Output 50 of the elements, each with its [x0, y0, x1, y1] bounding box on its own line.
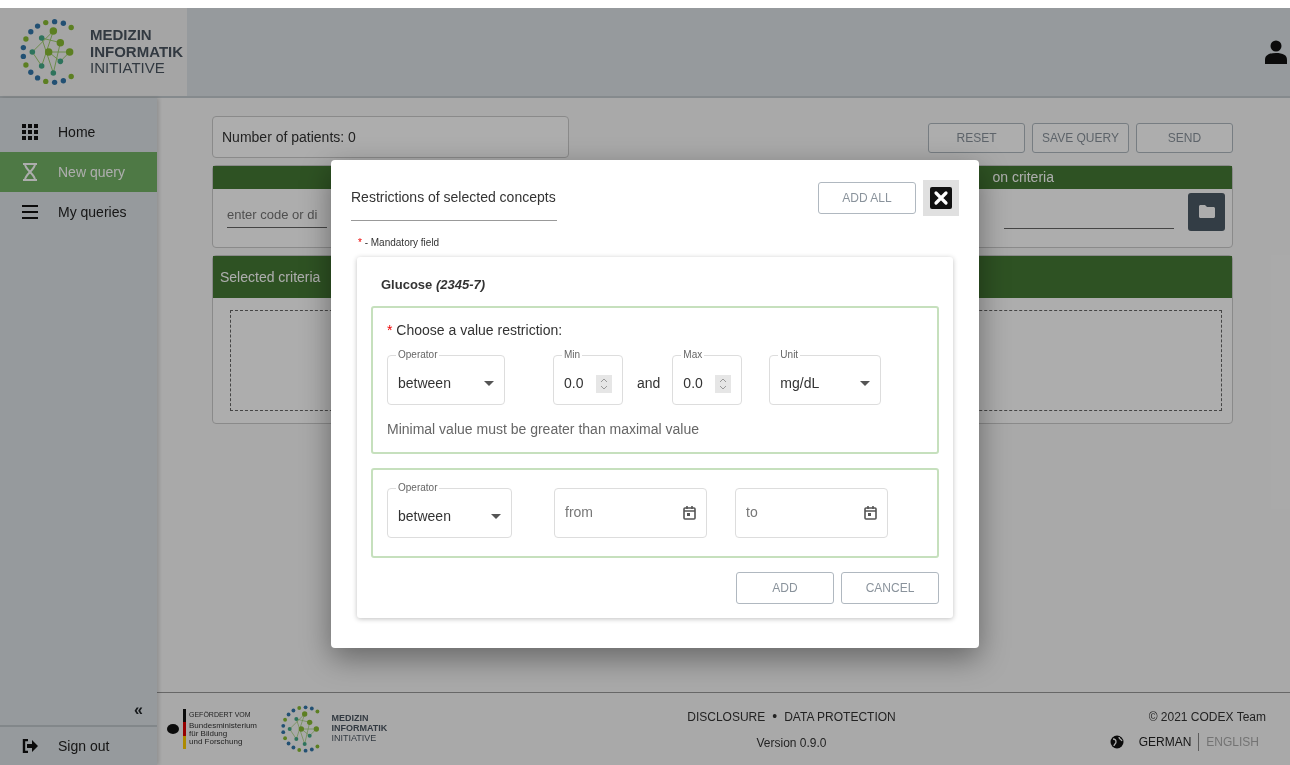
search-field[interactable]: enter code or di	[227, 203, 327, 228]
funder-text: für Bildung	[189, 729, 228, 738]
version-text: Version 0.9.0	[756, 735, 827, 752]
spinner-icon[interactable]	[596, 374, 612, 393]
sign-out-button[interactable]: Sign out	[0, 727, 157, 765]
validation-message: Minimal value must be greater than maximal value	[387, 419, 701, 439]
card-title: on criteria	[992, 168, 1054, 187]
dialog-button[interactable]: CANCEL	[841, 571, 939, 604]
funder-text: und Forschung	[189, 738, 244, 747]
footer-link[interactable]: DISCLOSURE	[687, 707, 766, 726]
concept-title: Glucose (2345-7)	[380, 276, 487, 294]
language-button[interactable]: GERMAN	[1131, 732, 1199, 751]
logo-text: INFORMATIK	[90, 43, 184, 61]
globe-icon	[1109, 734, 1124, 749]
calendar-icon[interactable]	[864, 505, 877, 520]
logo-text: INFORMATIK	[331, 724, 388, 734]
date-field[interactable]: to	[735, 487, 888, 538]
dropdown-caret-icon	[484, 381, 494, 386]
close-icon	[930, 187, 952, 209]
date-field[interactable]: from	[554, 487, 707, 538]
joiner-text: and	[637, 374, 661, 393]
logo-text: MEDIZIN	[90, 27, 153, 44]
mandatory-note: * - Mandatory field	[357, 236, 441, 250]
user-icon[interactable]	[1264, 40, 1287, 64]
dialog-title: Restrictions of selected concepts	[351, 187, 557, 221]
logo-text: INITIATIVE	[90, 60, 166, 77]
folder-icon	[1198, 205, 1215, 218]
flag-stripe-icon	[182, 709, 186, 749]
calendar-icon[interactable]	[683, 505, 696, 520]
menu-icon	[22, 205, 38, 219]
grid-icon	[22, 124, 38, 140]
close-button[interactable]	[923, 180, 959, 216]
dropdown-caret-icon	[860, 381, 871, 386]
footer-link[interactable]: DATA PROTECTION	[784, 707, 896, 726]
spinner-icon[interactable]	[715, 374, 732, 393]
section-label: * Choose a value restriction:	[387, 320, 564, 340]
collapse-button[interactable]: «	[134, 702, 143, 718]
dropdown-caret-icon	[491, 514, 501, 519]
patient-count: Number of patients: 0	[212, 116, 569, 158]
folder-button[interactable]	[1188, 192, 1225, 231]
nav-item[interactable]: My queries	[0, 192, 157, 232]
copyright-text: © 2021 CODEX Team	[1148, 708, 1266, 726]
nav-item[interactable]: Home	[0, 112, 157, 152]
logo-text: MEDIZIN	[331, 714, 370, 725]
logo-text: INITIATIVE	[331, 733, 378, 744]
separator-dot: •	[772, 707, 778, 726]
hourglass-icon	[22, 163, 38, 181]
card-title: Selected criteria	[220, 267, 321, 287]
funder-text: Bundesministerium	[189, 721, 258, 730]
sign-out-icon	[22, 739, 38, 753]
